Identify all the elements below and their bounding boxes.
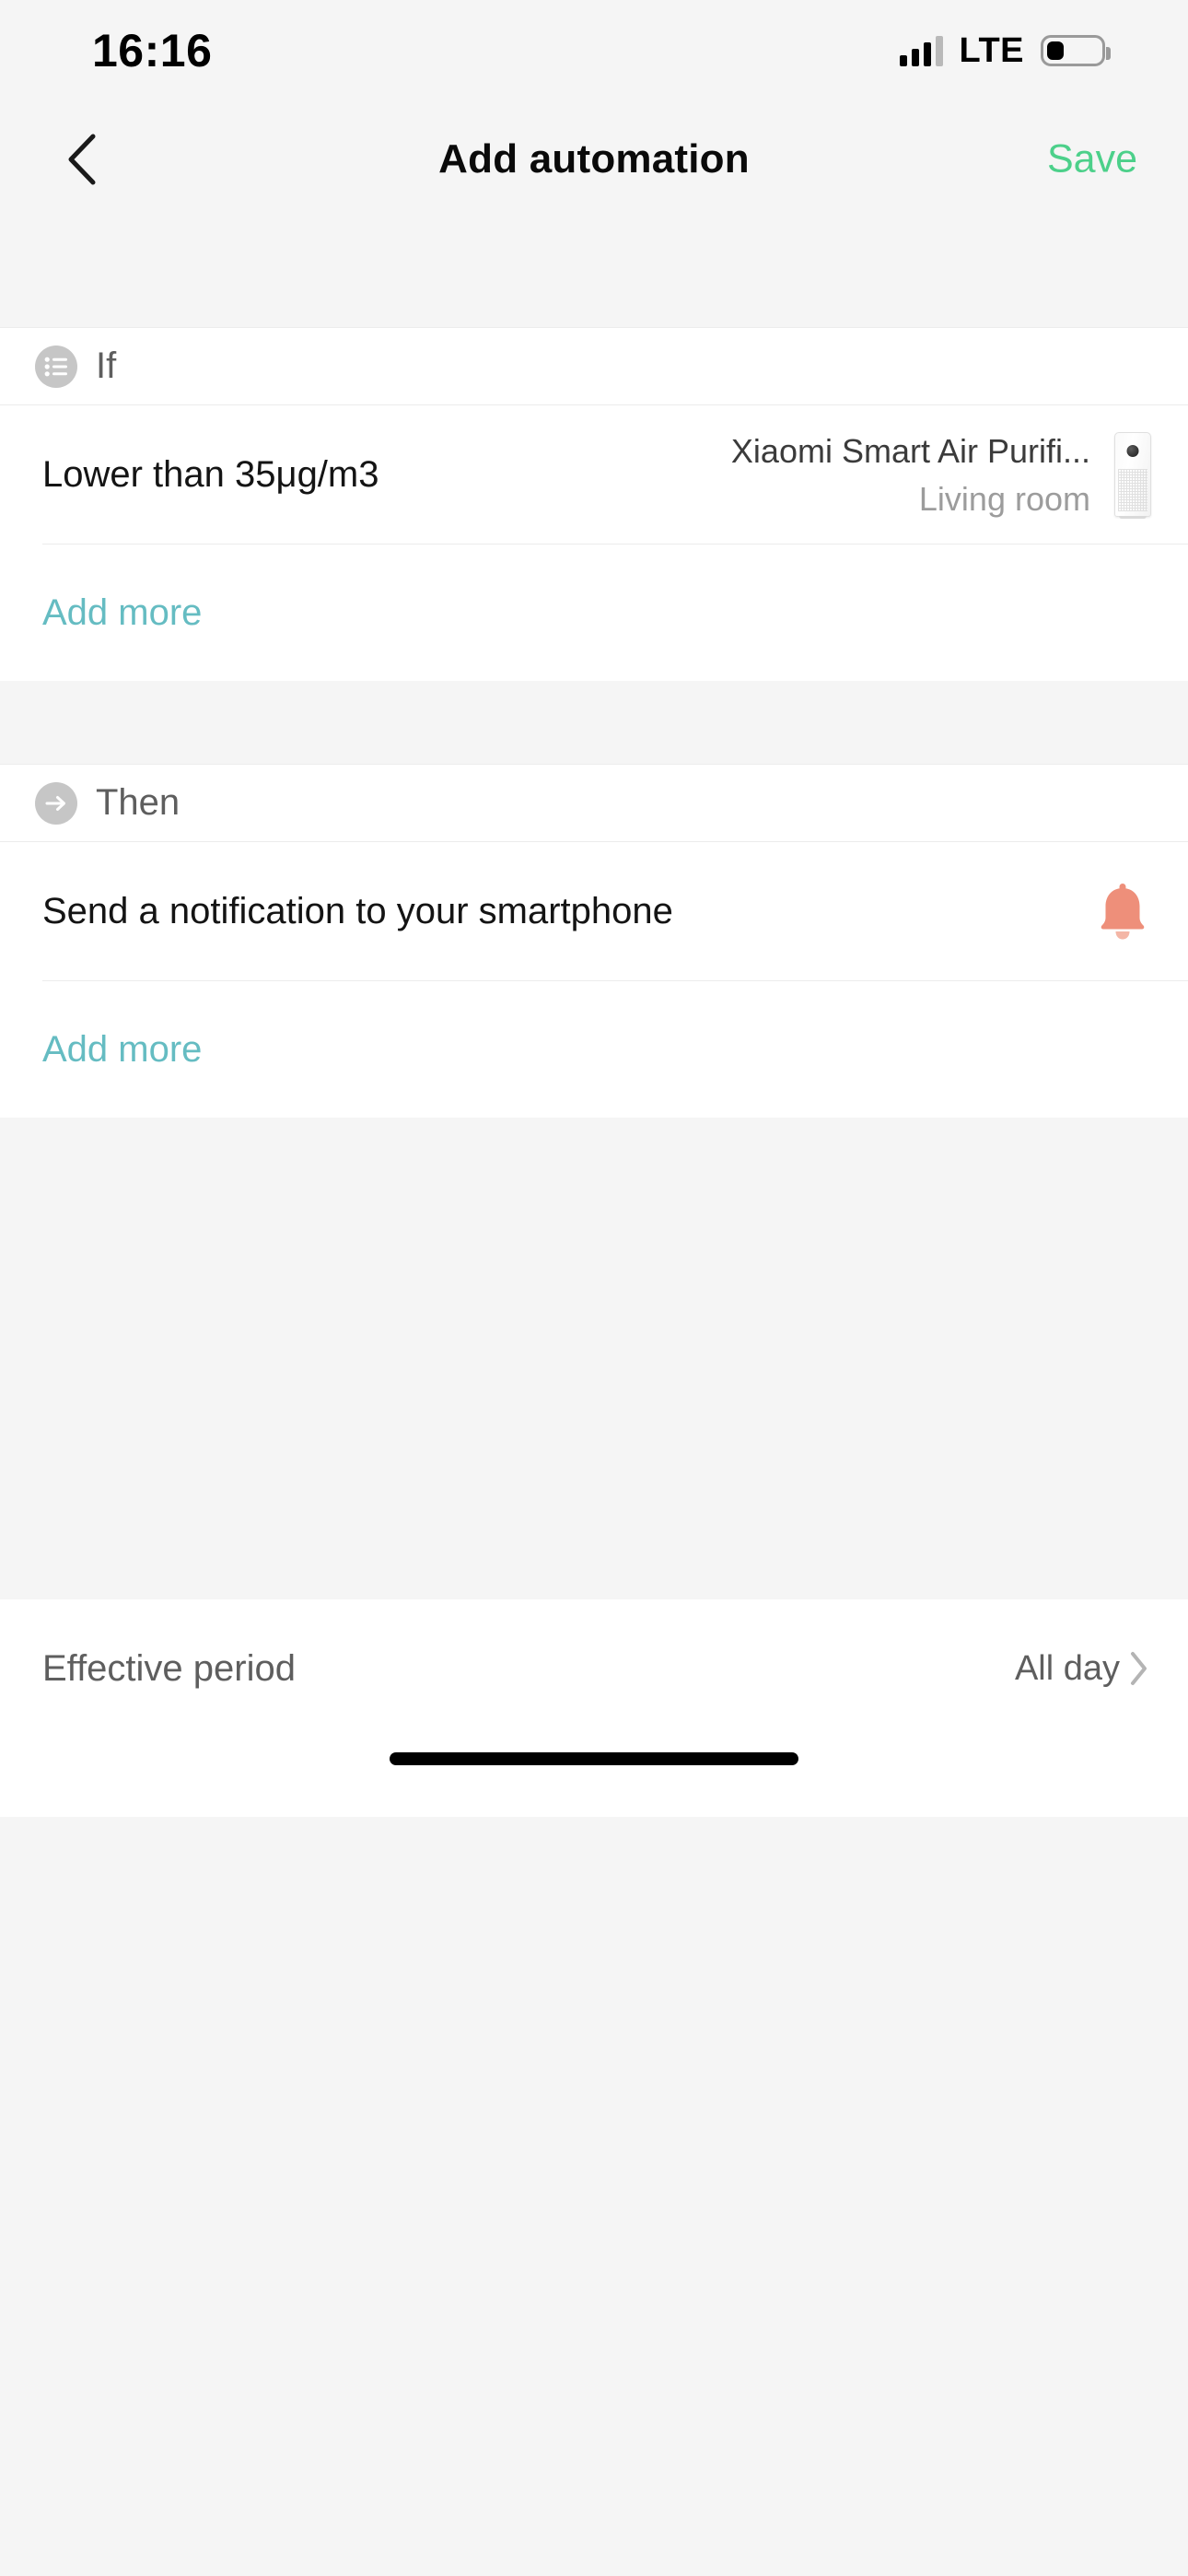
effective-period-row[interactable]: Effective period All day — [0, 1599, 1188, 1738]
device-room: Living room — [918, 479, 1090, 518]
condition-device: Xiaomi Smart Air Purifi... Living room — [731, 430, 1151, 520]
status-bar-indicators: LTE — [899, 30, 1111, 71]
phone-screen: 16:16 LTE Add automation Save If Lower t… — [0, 0, 1188, 2576]
if-add-more-button[interactable]: Add more — [0, 544, 1188, 681]
network-type-label: LTE — [959, 30, 1024, 70]
if-section-header: If — [0, 328, 1188, 404]
status-bar-time: 16:16 — [92, 25, 213, 76]
effective-period-value-wrap: All day — [1015, 1649, 1149, 1689]
device-name: Xiaomi Smart Air Purifi... — [730, 431, 1090, 470]
action-row[interactable]: Send a notification to your smartphone — [0, 842, 1188, 980]
then-section-header: Then — [0, 765, 1188, 841]
list-icon-glyph — [44, 357, 67, 376]
chevron-left-icon — [68, 134, 96, 184]
footer: Effective period All day — [0, 1599, 1188, 1817]
home-indicator-area — [0, 1738, 1188, 1817]
save-button[interactable]: Save — [1047, 136, 1137, 181]
effective-period-value: All day — [1014, 1648, 1120, 1688]
action-icon-wrap — [1094, 881, 1151, 942]
condition-text: Lower than 35μg/m3 — [42, 453, 379, 495]
arrow-right-icon-glyph — [45, 795, 65, 811]
if-add-more-label: Add more — [42, 591, 203, 633]
empty-area — [0, 1118, 1188, 1599]
page-title: Add automation — [438, 135, 750, 181]
then-add-more-label: Add more — [42, 1028, 203, 1070]
then-section-label: Then — [96, 782, 181, 823]
bell-icon — [1101, 884, 1145, 940]
if-section-label: If — [96, 345, 117, 386]
list-icon — [35, 345, 77, 388]
air-purifier-icon — [1114, 432, 1151, 519]
action-text: Send a notification to your smartphone — [42, 890, 673, 931]
top-spacer — [0, 217, 1188, 327]
condition-row[interactable]: Lower than 35μg/m3 Xiaomi Smart Air Puri… — [0, 405, 1188, 544]
effective-period-label: Effective period — [42, 1647, 296, 1689]
device-info: Xiaomi Smart Air Purifi... Living room — [731, 430, 1090, 520]
section-spacer — [0, 681, 1188, 764]
back-button[interactable] — [44, 123, 118, 196]
purifier-base — [1119, 516, 1147, 519]
arrow-right-icon — [35, 781, 77, 825]
signal-bars-icon — [899, 35, 943, 66]
navigation-bar: Add automation Save — [0, 101, 1188, 217]
if-card: If Lower than 35μg/m3 Xiaomi Smart Air P… — [0, 327, 1188, 681]
purifier-display — [1126, 445, 1139, 457]
status-bar: 16:16 LTE — [0, 0, 1188, 101]
then-card: Then Send a notification to your smartph… — [0, 764, 1188, 1118]
chevron-right-icon — [1131, 1652, 1147, 1685]
battery-icon — [1041, 35, 1111, 66]
home-indicator[interactable] — [390, 1752, 798, 1765]
purifier-grille — [1118, 469, 1147, 511]
then-add-more-button[interactable]: Add more — [0, 981, 1188, 1118]
